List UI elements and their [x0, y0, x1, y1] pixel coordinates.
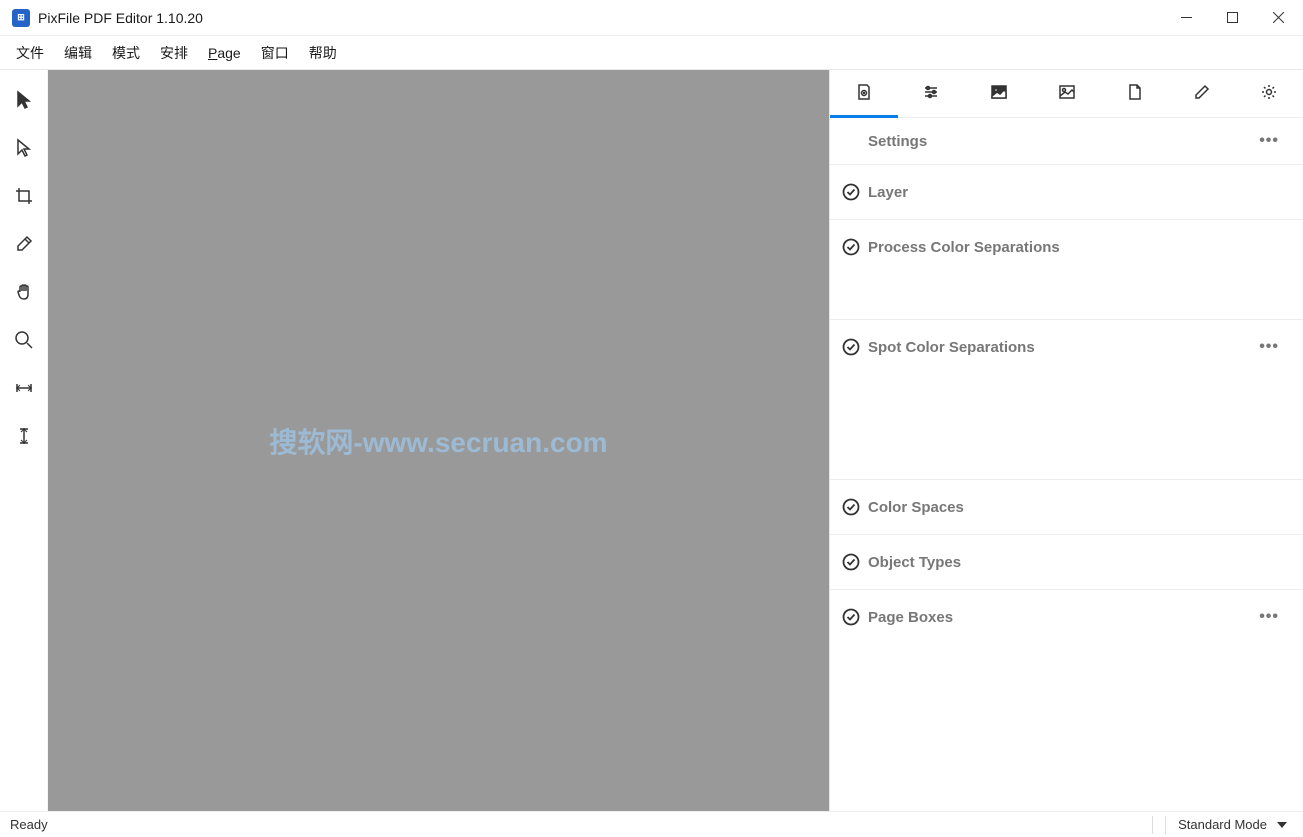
- hand-tool[interactable]: [6, 274, 42, 310]
- panel-tab-preview[interactable]: [830, 70, 898, 118]
- status-ready: Ready: [10, 817, 48, 832]
- menu-help[interactable]: 帮助: [299, 37, 347, 69]
- settings-header-menu[interactable]: •••: [1255, 132, 1283, 150]
- section-cspaces-head[interactable]: Color Spaces: [830, 480, 1303, 534]
- left-toolbar: [0, 70, 48, 811]
- panel-tab-image-outline[interactable]: [1033, 70, 1101, 118]
- section-process-head[interactable]: Process Color Separations: [830, 220, 1303, 274]
- right-panel: Settings ••• Layer Process Color Separat…: [829, 70, 1303, 811]
- section-spot-color: Spot Color Separations •••: [830, 319, 1303, 479]
- mode-label: Standard Mode: [1178, 817, 1267, 832]
- check-circle-icon: [842, 608, 860, 626]
- document-canvas[interactable]: 搜软网-www.secruan.com: [48, 70, 829, 811]
- menu-arrange[interactable]: 安排: [150, 37, 198, 69]
- panel-tab-settings[interactable]: [1235, 70, 1303, 118]
- section-pboxes-menu[interactable]: •••: [1255, 608, 1283, 626]
- section-layer: Layer: [830, 164, 1303, 219]
- titlebar: ⊞ PixFile PDF Editor 1.10.20: [0, 0, 1303, 36]
- check-circle-icon: [842, 238, 860, 256]
- section-object-types: Object Types: [830, 534, 1303, 589]
- minimize-button[interactable]: [1163, 0, 1209, 36]
- width-measure-tool[interactable]: [6, 370, 42, 406]
- check-circle-icon: [842, 553, 860, 571]
- settings-header-label: Settings: [868, 133, 1255, 150]
- settings-header: Settings •••: [830, 118, 1303, 164]
- select-tool[interactable]: [6, 130, 42, 166]
- panel-body: Settings ••• Layer Process Color Separat…: [830, 118, 1303, 811]
- panel-tab-document[interactable]: [1100, 70, 1168, 118]
- section-otypes-label: Object Types: [868, 554, 1283, 571]
- section-process-color: Process Color Separations: [830, 219, 1303, 319]
- watermark-text: 搜软网-www.secruan.com: [269, 421, 607, 461]
- status-divider: [1152, 816, 1153, 834]
- zoom-tool[interactable]: [6, 322, 42, 358]
- section-process-label: Process Color Separations: [868, 239, 1283, 256]
- app-title: PixFile PDF Editor 1.10.20: [38, 10, 203, 26]
- section-layer-head[interactable]: Layer: [830, 165, 1303, 219]
- section-spot-label: Spot Color Separations: [868, 339, 1255, 356]
- section-color-spaces: Color Spaces: [830, 479, 1303, 534]
- menu-page[interactable]: Page: [198, 39, 251, 67]
- menu-mode[interactable]: 模式: [102, 37, 150, 69]
- section-pboxes-label: Page Boxes: [868, 609, 1255, 626]
- menubar: 文件 编辑 模式 安排 Page 窗口 帮助: [0, 36, 1303, 70]
- close-button[interactable]: [1255, 0, 1301, 36]
- panel-tab-adjust[interactable]: [898, 70, 966, 118]
- status-divider: [1165, 816, 1166, 834]
- crop-tool[interactable]: [6, 178, 42, 214]
- section-page-boxes: Page Boxes •••: [830, 589, 1303, 644]
- menu-edit[interactable]: 编辑: [54, 37, 102, 69]
- maximize-button[interactable]: [1209, 0, 1255, 36]
- check-circle-icon: [842, 338, 860, 356]
- statusbar: Ready Standard Mode: [0, 811, 1303, 837]
- section-spot-head[interactable]: Spot Color Separations •••: [830, 320, 1303, 374]
- height-measure-tool[interactable]: [6, 418, 42, 454]
- section-spot-menu[interactable]: •••: [1255, 338, 1283, 356]
- dropdown-icon: [1277, 822, 1287, 828]
- menu-window[interactable]: 窗口: [251, 37, 299, 69]
- panel-tabs: [830, 70, 1303, 118]
- panel-tab-edit[interactable]: [1168, 70, 1236, 118]
- eyedropper-tool[interactable]: [6, 226, 42, 262]
- section-otypes-head[interactable]: Object Types: [830, 535, 1303, 589]
- check-circle-icon: [842, 183, 860, 201]
- section-pboxes-head[interactable]: Page Boxes •••: [830, 590, 1303, 644]
- mode-selector[interactable]: Standard Mode: [1172, 817, 1293, 832]
- app-icon: ⊞: [12, 9, 30, 27]
- section-cspaces-label: Color Spaces: [868, 499, 1283, 516]
- menu-file[interactable]: 文件: [6, 37, 54, 69]
- check-circle-icon: [842, 498, 860, 516]
- panel-tab-image-filled[interactable]: [965, 70, 1033, 118]
- section-layer-label: Layer: [868, 184, 1283, 201]
- pointer-tool[interactable]: [6, 82, 42, 118]
